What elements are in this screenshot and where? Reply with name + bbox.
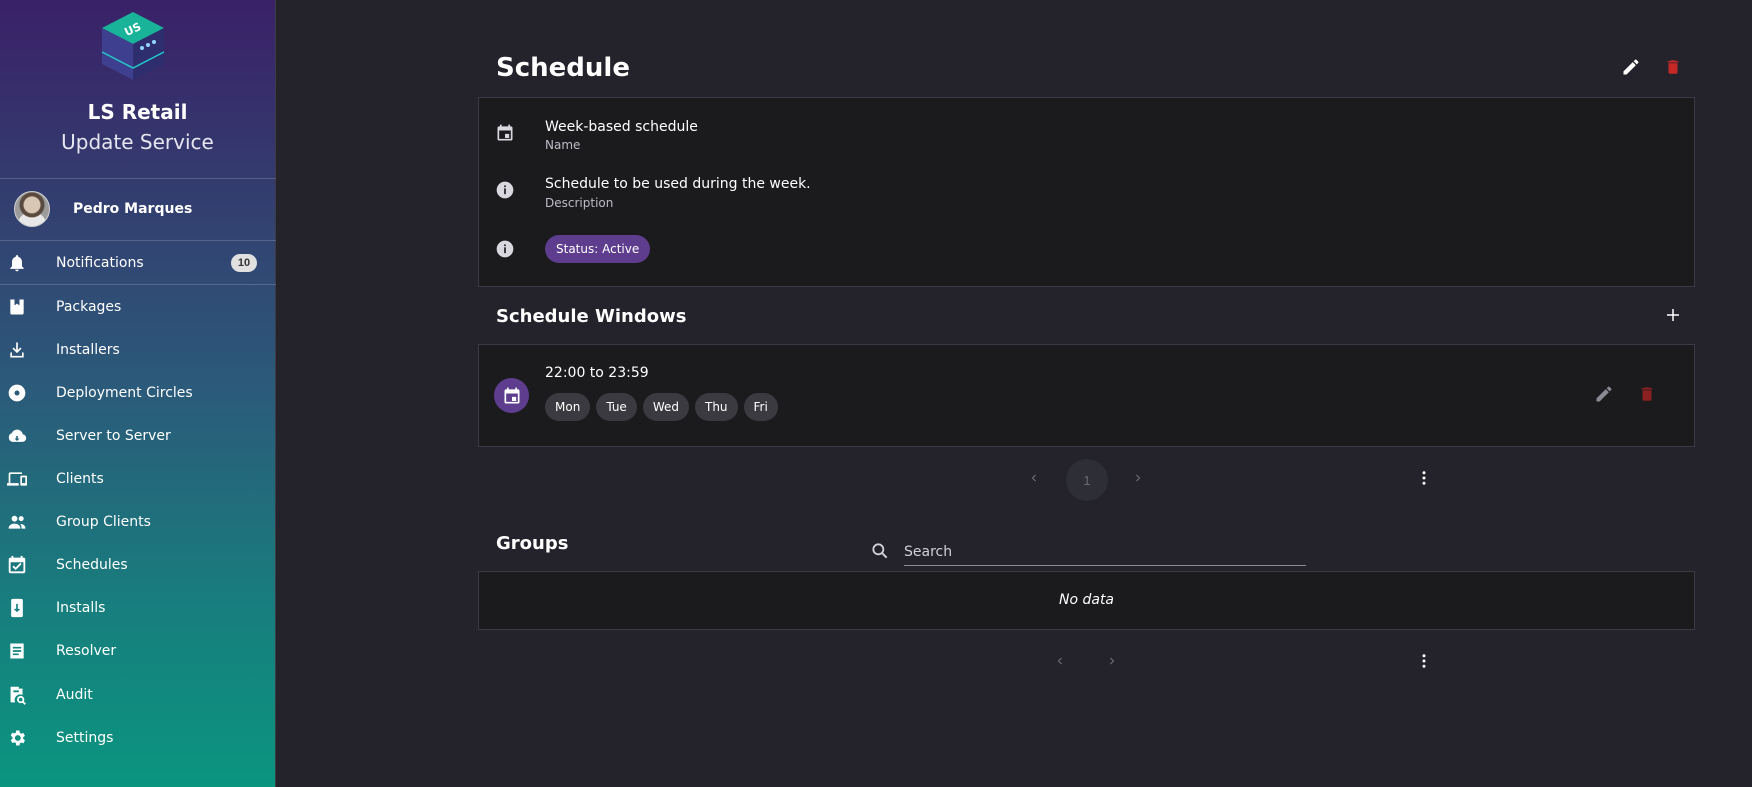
search-icon [870,541,890,566]
chevron-right-icon [1110,657,1115,665]
chevron-left-icon [1031,474,1036,482]
delete-schedule-button[interactable] [1658,52,1688,82]
sidebar-item-installs[interactable]: Installs [0,587,276,629]
groups-table: No data [478,571,1695,630]
avatar [14,191,50,227]
sidebar-item-label: Deployment Circles [56,385,193,401]
add-window-button[interactable] [1658,300,1688,330]
sidebar-item-resolver[interactable]: Resolver [0,630,276,672]
day-chip: Mon [545,393,591,421]
schedule-windows-title: Schedule Windows [496,306,687,327]
people-icon [6,511,28,533]
pencil-icon [1623,59,1639,75]
window-days: Mon Tue Wed Thu Fri [545,393,778,421]
download-icon [6,339,28,361]
list-icon [6,640,28,662]
brand: US LS Retail Update Service [0,0,275,178]
sidebar-item-label: Schedules [56,557,128,573]
next-page-button[interactable] [1100,649,1124,673]
chevron-right-icon [1136,474,1141,482]
sidebar-item-label: Group Clients [56,514,151,530]
sidebar: US LS Retail Update Service Pedro Marque… [0,0,276,787]
sidebar-item-settings[interactable]: Settings [0,717,276,759]
brand-subtitle: Update Service [61,130,214,154]
pencil-icon [1596,386,1612,402]
sidebar-item-label: Resolver [56,643,117,659]
prev-page-button[interactable] [1022,466,1046,490]
trash-icon [1641,387,1653,401]
delete-window-button[interactable] [1632,379,1662,409]
calendar-check-icon [6,554,28,576]
logo-icon: US [101,12,165,80]
sidebar-item-label: Packages [56,299,122,315]
day-chip: Tue [596,393,637,421]
disc-icon [6,382,28,404]
user-name: Pedro Marques [73,201,193,217]
window-time-range: 22:00 to 23:59 [545,365,649,381]
sidebar-item-schedules[interactable]: Schedules [0,544,276,586]
main-content: Schedule Week-based schedule Name Schedu… [276,0,1752,787]
sidebar-item-packages[interactable]: Packages [0,286,276,328]
empty-state-text: No data [1058,592,1115,608]
notification-count-badge: 10 [231,254,257,272]
name-caption: Name [545,138,581,152]
search-input[interactable] [904,538,1306,566]
plus-icon [1667,309,1679,321]
sidebar-item-label: Clients [56,471,104,487]
cloud-sync-icon [6,425,28,447]
trash-icon [1667,60,1679,74]
schedule-description: Schedule to be used during the week. [545,176,811,192]
divider [0,178,276,179]
divider [0,284,276,285]
calendar-icon [494,122,516,144]
day-chip: Thu [694,393,738,421]
info-icon [494,179,516,201]
sidebar-item-label: Settings [56,730,114,746]
sidebar-item-label: Server to Server [56,428,171,444]
package-icon [6,296,28,318]
page-number[interactable]: 1 [1066,459,1108,501]
sidebar-item-label: Audit [56,687,93,703]
calendar-icon [494,378,529,413]
more-options-button[interactable] [1412,649,1436,673]
sidebar-item-deployment-circles[interactable]: Deployment Circles [0,372,276,414]
schedule-name: Week-based schedule [545,119,698,135]
sidebar-item-notifications[interactable]: Notifications 10 [0,242,276,284]
info-icon [494,238,516,260]
edit-schedule-button[interactable] [1616,52,1646,82]
more-options-button[interactable] [1412,466,1436,490]
day-chip: Wed [642,393,689,421]
chevron-left-icon [1057,657,1062,665]
page-title: Schedule [496,53,630,83]
audit-search-icon [6,684,28,706]
day-chip: Fri [743,393,778,421]
brand-name: LS Retail [87,100,188,124]
groups-search [870,538,1306,566]
more-vert-icon [1422,471,1426,485]
more-vert-icon [1422,654,1426,668]
sidebar-item-server-to-server[interactable]: Server to Server [0,415,276,457]
sidebar-item-clients[interactable]: Clients [0,458,276,500]
schedule-window-card: 22:00 to 23:59 Mon Tue Wed Thu Fri [478,344,1695,447]
groups-title: Groups [496,533,569,554]
sidebar-item-group-clients[interactable]: Group Clients [0,501,276,543]
gear-icon [6,727,28,749]
user-profile[interactable]: Pedro Marques [0,186,276,232]
description-caption: Description [545,196,614,210]
status-badge: Status: Active [545,235,651,263]
bell-icon [6,252,28,274]
schedule-details-card: Week-based schedule Name Schedule to be … [478,97,1695,287]
sidebar-item-label: Installers [56,342,120,358]
prev-page-button[interactable] [1048,649,1072,673]
sidebar-item-label: Notifications [56,255,144,271]
next-page-button[interactable] [1126,466,1150,490]
divider [0,240,276,241]
sidebar-item-audit[interactable]: Audit [0,674,276,716]
sidebar-item-installers[interactable]: Installers [0,329,276,371]
sidebar-item-label: Installs [56,600,106,616]
edit-window-button[interactable] [1589,379,1619,409]
install-icon [6,597,28,619]
devices-icon [6,468,28,490]
